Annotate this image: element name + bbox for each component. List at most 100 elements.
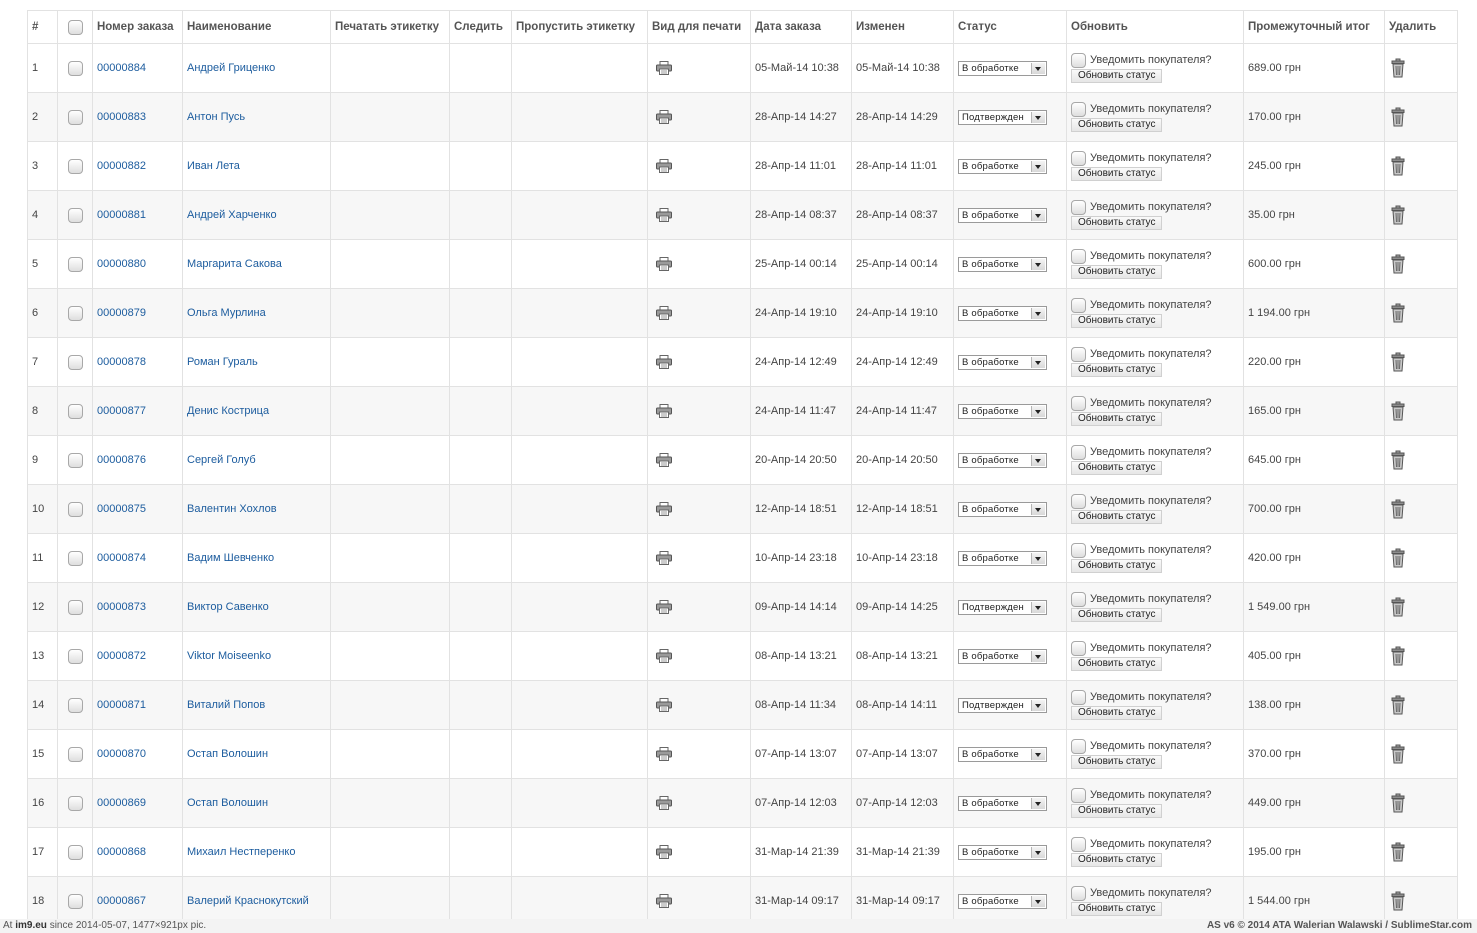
update-status-button[interactable]: Обновить статус [1071,902,1163,916]
notify-customer-checkbox[interactable] [1071,739,1086,754]
customer-name-link[interactable]: Маргарита Сакова [187,258,282,270]
trash-icon[interactable] [1389,695,1407,715]
notify-customer-checkbox[interactable] [1071,837,1086,852]
printer-icon[interactable] [656,845,672,859]
row-select-checkbox[interactable] [67,844,83,860]
trash-icon[interactable] [1389,254,1407,274]
customer-name-link[interactable]: Сергей Голуб [187,454,256,466]
customer-name-link[interactable]: Вадим Шевченко [187,552,274,564]
notify-customer-checkbox[interactable] [1071,592,1086,607]
status-select[interactable]: В обработке [958,648,1047,664]
customer-name-link[interactable]: Viktor Moiseenko [187,650,271,662]
row-select-checkbox[interactable] [67,648,83,664]
customer-name-link[interactable]: Андрей Харченко [187,209,277,221]
printer-icon[interactable] [656,404,672,418]
notify-customer-checkbox[interactable] [1071,788,1086,803]
row-select-checkbox[interactable] [67,599,83,615]
notify-customer-checkbox[interactable] [1071,53,1086,68]
notify-customer-checkbox[interactable] [1071,690,1086,705]
notify-customer-checkbox[interactable] [1071,886,1086,901]
printer-icon[interactable] [656,747,672,761]
status-select[interactable]: В обработке [958,795,1047,811]
row-select-checkbox[interactable] [67,207,83,223]
trash-icon[interactable] [1389,450,1407,470]
customer-name-link[interactable]: Ольга Мурлина [187,307,266,319]
trash-icon[interactable] [1389,107,1407,127]
notify-customer-checkbox[interactable] [1071,249,1086,264]
status-select[interactable]: В обработке [958,550,1047,566]
update-status-button[interactable]: Обновить статус [1071,167,1163,181]
status-select[interactable]: В обработке [958,354,1047,370]
select-all-checkbox[interactable] [67,19,83,35]
trash-icon[interactable] [1389,548,1407,568]
printer-icon[interactable] [656,61,672,75]
order-number-link[interactable]: 00000870 [97,748,146,760]
row-select-checkbox[interactable] [67,305,83,321]
status-select[interactable]: В обработке [958,746,1047,762]
order-number-link[interactable]: 00000869 [97,797,146,809]
status-select[interactable]: В обработке [958,256,1047,272]
customer-name-link[interactable]: Антон Пусь [187,111,245,123]
order-number-link[interactable]: 00000875 [97,503,146,515]
printer-icon[interactable] [656,894,672,908]
trash-icon[interactable] [1389,499,1407,519]
update-status-button[interactable]: Обновить статус [1071,461,1163,475]
trash-icon[interactable] [1389,744,1407,764]
col-status-header[interactable]: Статус [953,10,1067,44]
status-select[interactable]: Подтвержден [958,697,1047,713]
update-status-button[interactable]: Обновить статус [1071,69,1163,83]
printer-icon[interactable] [656,698,672,712]
col-name-header[interactable]: Наименование [182,10,331,44]
status-select[interactable]: В обработке [958,60,1047,76]
notify-customer-checkbox[interactable] [1071,641,1086,656]
printer-icon[interactable] [656,306,672,320]
customer-name-link[interactable]: Михаил Нестперенко [187,846,295,858]
trash-icon[interactable] [1389,156,1407,176]
status-select[interactable]: В обработке [958,501,1047,517]
trash-icon[interactable] [1389,205,1407,225]
col-subtotal-header[interactable]: Промежуточный итог [1243,10,1385,44]
notify-customer-checkbox[interactable] [1071,445,1086,460]
customer-name-link[interactable]: Иван Лета [187,160,240,172]
row-select-checkbox[interactable] [67,158,83,174]
customer-name-link[interactable]: Виктор Савенко [187,601,269,613]
printer-icon[interactable] [656,796,672,810]
customer-name-link[interactable]: Виталий Попов [187,699,265,711]
order-number-link[interactable]: 00000884 [97,62,146,74]
row-select-checkbox[interactable] [67,60,83,76]
status-select[interactable]: В обработке [958,158,1047,174]
update-status-button[interactable]: Обновить статус [1071,314,1163,328]
row-select-checkbox[interactable] [67,697,83,713]
order-number-link[interactable]: 00000879 [97,307,146,319]
update-status-button[interactable]: Обновить статус [1071,412,1163,426]
row-select-checkbox[interactable] [67,452,83,468]
printer-icon[interactable] [656,355,672,369]
row-select-checkbox[interactable] [67,109,83,125]
status-select[interactable]: Подтвержден [958,599,1047,615]
printer-icon[interactable] [656,453,672,467]
customer-name-link[interactable]: Денис Кострица [187,405,269,417]
col-modified-header[interactable]: Изменен [851,10,954,44]
order-number-link[interactable]: 00000880 [97,258,146,270]
order-number-link[interactable]: 00000873 [97,601,146,613]
row-select-checkbox[interactable] [67,501,83,517]
customer-name-link[interactable]: Валерий Краснокутский [187,895,309,907]
trash-icon[interactable] [1389,401,1407,421]
order-number-link[interactable]: 00000868 [97,846,146,858]
printer-icon[interactable] [656,551,672,565]
col-order-date-header[interactable]: Дата заказа [750,10,852,44]
trash-icon[interactable] [1389,646,1407,666]
update-status-button[interactable]: Обновить статус [1071,363,1163,377]
order-number-link[interactable]: 00000877 [97,405,146,417]
customer-name-link[interactable]: Остап Волошин [187,748,268,760]
update-status-button[interactable]: Обновить статус [1071,608,1163,622]
update-status-button[interactable]: Обновить статус [1071,706,1163,720]
status-select[interactable]: В обработке [958,452,1047,468]
status-select[interactable]: В обработке [958,403,1047,419]
printer-icon[interactable] [656,649,672,663]
status-select[interactable]: В обработке [958,305,1047,321]
trash-icon[interactable] [1389,842,1407,862]
order-number-link[interactable]: 00000882 [97,160,146,172]
update-status-button[interactable]: Обновить статус [1071,755,1163,769]
trash-icon[interactable] [1389,891,1407,911]
